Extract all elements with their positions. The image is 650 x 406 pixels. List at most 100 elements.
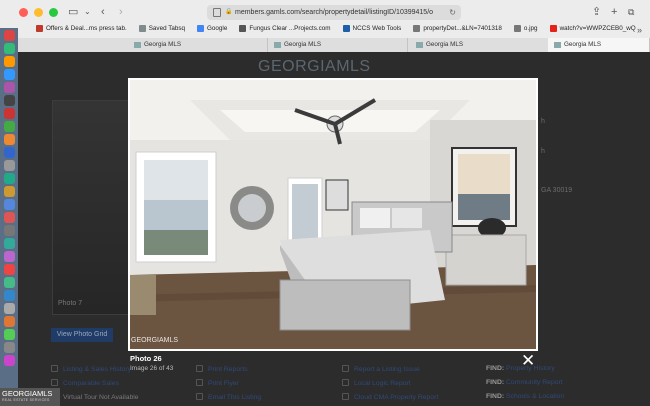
listing-link[interactable]: Local Logic Report <box>342 379 411 387</box>
dock-app-icon[interactable] <box>3 147 15 158</box>
bookmark-icon <box>197 25 205 32</box>
dock-app-icon[interactable] <box>3 251 15 262</box>
dock-app-icon[interactable] <box>3 82 15 93</box>
bedroom-photo <box>130 80 536 349</box>
dock-app-icon[interactable] <box>3 173 15 184</box>
previous-photo-button[interactable]: ‹ <box>138 200 144 221</box>
photo-watermark: GEORGIAMLS <box>131 337 179 344</box>
dock-app-icon[interactable] <box>3 199 15 210</box>
dock-app-icon[interactable] <box>3 329 15 340</box>
bookmark-icon <box>138 25 146 32</box>
dock-app-icon[interactable] <box>3 30 15 41</box>
bookmark-item[interactable]: watch?v=WWPZCEB0_wQ <box>549 25 636 32</box>
dock-app-icon[interactable] <box>3 212 15 223</box>
dock-app-icon[interactable] <box>3 160 15 171</box>
dock-app-icon[interactable] <box>3 186 15 197</box>
link-icon <box>196 365 203 372</box>
listing-link[interactable]: FIND: Community Report <box>486 379 563 386</box>
page-icon <box>213 8 221 17</box>
browser-tab[interactable]: Georgia MLS <box>548 38 650 52</box>
link-label: Cloud CMA Property Report <box>354 394 439 401</box>
side-text-fragment: GA 30019 <box>541 187 573 194</box>
minimize-window-button[interactable] <box>34 8 43 17</box>
tab-favicon-icon <box>416 42 423 48</box>
dock-app-icon[interactable] <box>3 56 15 67</box>
dock-app-icon[interactable] <box>3 277 15 288</box>
bookmark-item[interactable]: propertyDet...&LN=7401318 <box>413 25 502 32</box>
bookmark-item[interactable]: o.jpg <box>513 25 538 32</box>
share-icon[interactable]: ⇪ <box>592 5 601 19</box>
dock-app-icon[interactable] <box>3 238 15 249</box>
new-tab-icon[interactable]: + <box>611 5 617 19</box>
dock-app-icon[interactable] <box>3 69 15 80</box>
close-modal-button[interactable]: ✕ <box>521 352 535 370</box>
dock-app-icon[interactable] <box>3 303 15 314</box>
bookmark-label: NCCS Web Tools <box>352 25 402 32</box>
dock-app-icon[interactable] <box>3 316 15 327</box>
dock-app-icon[interactable] <box>3 290 15 301</box>
listing-link[interactable]: Print Flyer <box>196 379 239 387</box>
chevron-down-icon[interactable]: ⌄ <box>84 5 91 19</box>
link-label: Report a Listing Issue <box>354 366 420 373</box>
dock-app-icon[interactable] <box>3 342 15 353</box>
browser-toolbar: ▭ ⌄ ‹ › 🔒 members.gamls.com/search/prope… <box>0 0 650 87</box>
gamls-logo: GEORGIAMLS <box>258 58 371 75</box>
more-bookmarks-icon[interactable]: » <box>637 23 642 37</box>
bookmark-label: propertyDet...&LN=7401318 <box>423 25 502 32</box>
dock-app-icon[interactable] <box>3 121 15 132</box>
bookmark-item[interactable]: NCCS Web Tools <box>342 25 402 32</box>
link-label: Email This Listing <box>208 394 262 401</box>
bookmark-icon <box>239 25 247 32</box>
address-bar[interactable]: 🔒 members.gamls.com/search/propertydetai… <box>207 5 461 20</box>
dock-app-icon[interactable] <box>3 264 15 275</box>
bookmark-item[interactable]: Offers & Deal...ms press tab. <box>36 25 127 32</box>
back-button[interactable]: ‹ <box>101 5 105 19</box>
listing-link: Virtual Tour Not Available <box>51 393 139 401</box>
tab-label: Georgia MLS <box>564 41 602 48</box>
zoom-window-button[interactable] <box>49 8 58 17</box>
bookmark-label: Saved Tabsq <box>148 25 186 32</box>
listing-link[interactable]: Comparable Sales <box>51 379 119 387</box>
lock-icon: 🔒 <box>225 9 233 15</box>
dock-app-icon[interactable] <box>3 43 15 54</box>
forward-button[interactable]: › <box>119 5 123 19</box>
link-prefix: FIND: <box>486 365 505 372</box>
tab-overview-icon[interactable]: ⧉ <box>628 5 634 19</box>
bookmark-item[interactable]: Fungus Clear ...Projects.com <box>239 25 331 32</box>
browser-tab[interactable]: Georgia MLS <box>410 38 550 52</box>
close-window-button[interactable] <box>19 8 28 17</box>
reload-icon[interactable]: ↻ <box>449 5 456 20</box>
window-controls <box>19 8 58 17</box>
listing-link[interactable]: Email This Listing <box>196 393 261 401</box>
dock-app-icon[interactable] <box>3 95 15 106</box>
link-label: Comparable Sales <box>63 380 119 387</box>
tab-favicon-icon <box>554 42 561 48</box>
tab-favicon-icon <box>274 42 281 48</box>
dock-app-icon[interactable] <box>3 355 15 366</box>
listing-link[interactable]: FIND: Schools & Location <box>486 393 564 400</box>
listing-link[interactable]: Listing & Sales History <box>51 365 131 373</box>
listing-link[interactable]: Print Reports <box>196 365 248 373</box>
background-photo <box>52 100 130 315</box>
link-label: Schools & Location <box>506 393 565 400</box>
link-icon <box>342 365 349 372</box>
listing-link[interactable]: Cloud CMA Property Report <box>342 393 438 401</box>
bookmark-label: Fungus Clear ...Projects.com <box>249 25 331 32</box>
bookmark-label: Offers & Deal...ms press tab. <box>46 25 127 32</box>
dock-app-icon[interactable] <box>3 134 15 145</box>
corner-logo: GEORGIAMLS REAL ESTATE SERVICES <box>0 388 60 406</box>
tab-label: Georgia MLS <box>144 41 182 48</box>
view-photo-grid-button[interactable]: View Photo Grid <box>51 328 113 342</box>
bookmark-item[interactable]: Saved Tabsq <box>138 25 186 32</box>
sidebar-toggle-icon[interactable]: ▭ <box>68 5 78 19</box>
photo-counter: Image 26 of 43 <box>130 365 174 372</box>
dock-app-icon[interactable] <box>3 225 15 236</box>
browser-tab[interactable]: Georgia MLS <box>128 38 268 52</box>
link-icon <box>196 393 203 400</box>
dock-app-icon[interactable] <box>3 108 15 119</box>
bookmark-item[interactable]: Google <box>197 25 227 32</box>
browser-tab[interactable]: Georgia MLS <box>268 38 408 52</box>
photo-title: Photo 26 <box>130 354 162 363</box>
listing-link[interactable]: Report a Listing Issue <box>342 365 420 373</box>
bookmarks-bar: Offers & Deal...ms press tab. Saved Tabsq… <box>36 25 636 32</box>
